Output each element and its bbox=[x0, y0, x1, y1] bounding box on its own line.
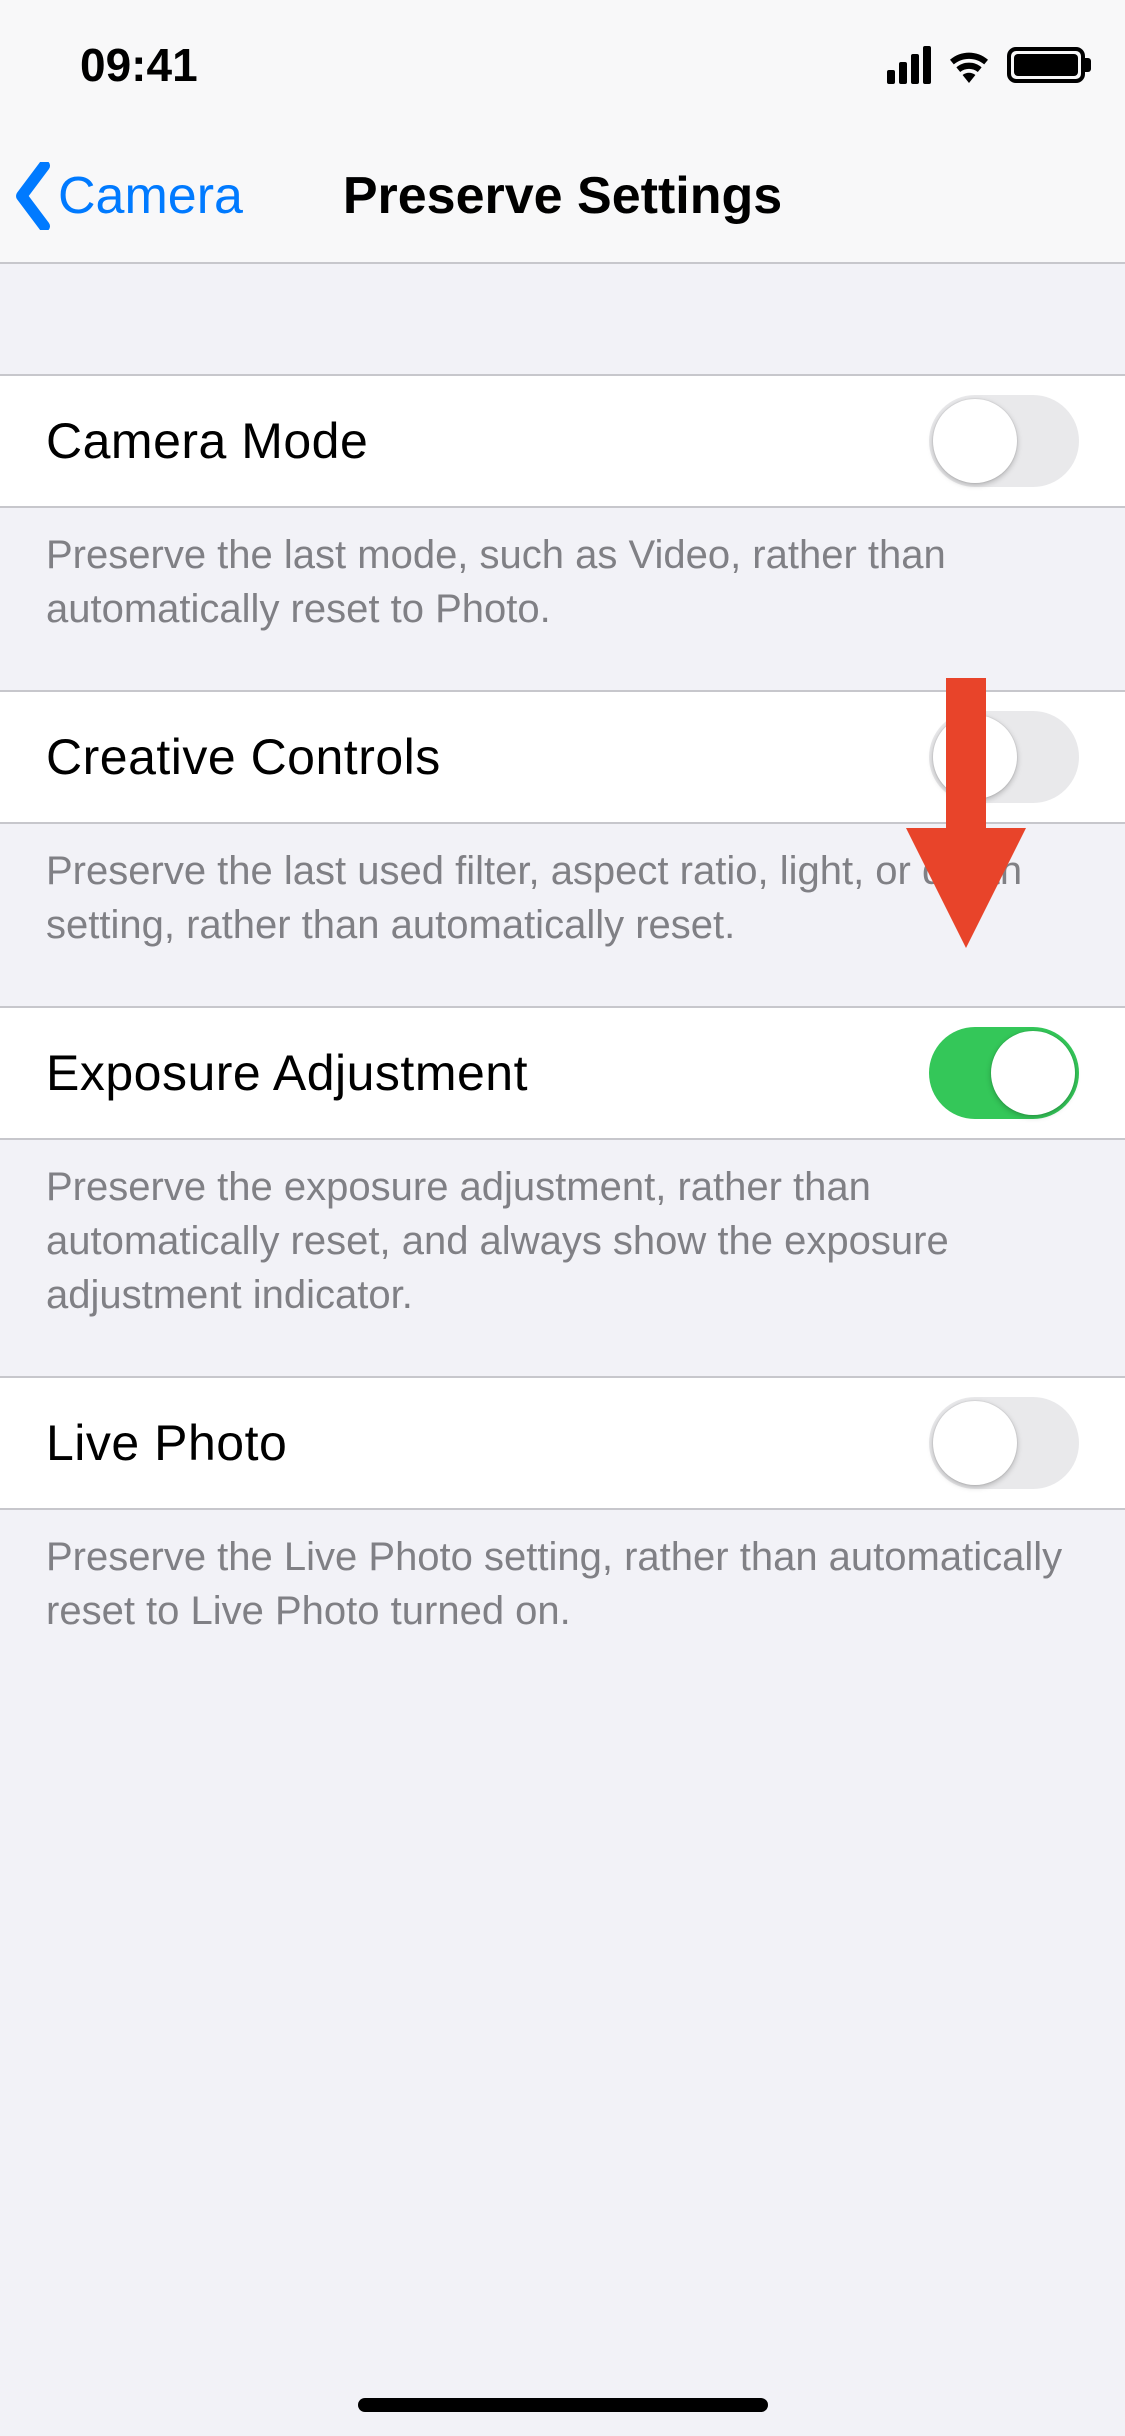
switch-exposure-adjustment[interactable] bbox=[929, 1027, 1079, 1119]
row-label: Creative Controls bbox=[46, 728, 441, 786]
row-footer: Preserve the exposure adjustment, rather… bbox=[0, 1140, 1125, 1376]
wifi-icon bbox=[945, 46, 993, 84]
cellular-icon bbox=[887, 46, 931, 84]
page-title: Preserve Settings bbox=[0, 166, 1125, 226]
row-footer: Preserve the last used filter, aspect ra… bbox=[0, 824, 1125, 1006]
battery-icon bbox=[1007, 47, 1085, 83]
status-time: 09:41 bbox=[80, 38, 198, 92]
row-label: Exposure Adjustment bbox=[46, 1044, 528, 1102]
switch-camera-mode[interactable] bbox=[929, 395, 1079, 487]
row-live-photo[interactable]: Live Photo bbox=[0, 1376, 1125, 1510]
row-footer: Preserve the Live Photo setting, rather … bbox=[0, 1510, 1125, 1692]
section-spacer bbox=[0, 264, 1125, 374]
switch-live-photo[interactable] bbox=[929, 1397, 1079, 1489]
status-bar: 09:41 bbox=[0, 0, 1125, 130]
row-camera-mode[interactable]: Camera Mode bbox=[0, 374, 1125, 508]
row-label: Camera Mode bbox=[46, 412, 368, 470]
home-indicator[interactable] bbox=[358, 2398, 768, 2412]
row-creative-controls[interactable]: Creative Controls bbox=[0, 690, 1125, 824]
nav-bar: Camera Preserve Settings bbox=[0, 130, 1125, 264]
status-indicators bbox=[887, 46, 1085, 84]
switch-creative-controls[interactable] bbox=[929, 711, 1079, 803]
row-label: Live Photo bbox=[46, 1414, 287, 1472]
row-footer: Preserve the last mode, such as Video, r… bbox=[0, 508, 1125, 690]
row-exposure-adjustment[interactable]: Exposure Adjustment bbox=[0, 1006, 1125, 1140]
